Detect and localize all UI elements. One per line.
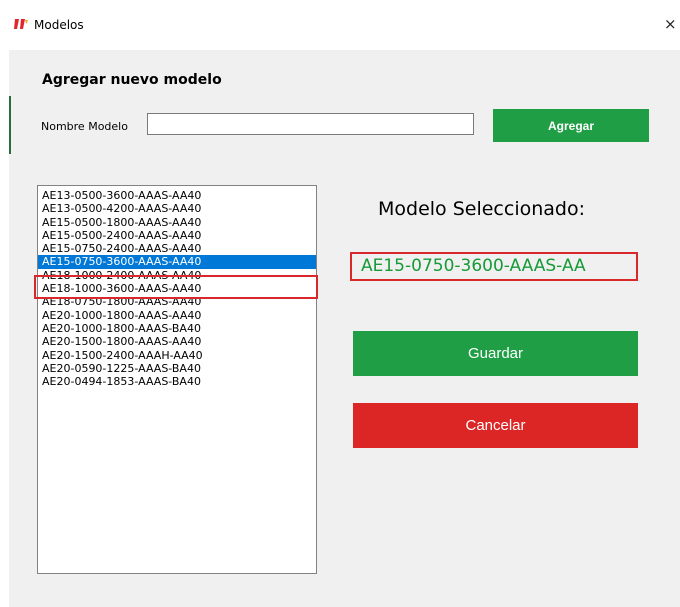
- list-item[interactable]: AE20-0590-1225-AAAS-BA40: [38, 362, 316, 375]
- close-icon[interactable]: ×: [664, 14, 680, 34]
- list-item[interactable]: AE15-0750-3600-AAAS-AA40: [38, 255, 316, 269]
- list-item[interactable]: AE20-1000-1800-AAAS-BA40: [38, 322, 316, 335]
- selected-model-heading: Modelo Seleccionado:: [378, 198, 585, 220]
- cancel-button[interactable]: Cancelar: [353, 403, 638, 448]
- list-item[interactable]: AE15-0500-2400-AAAS-AA40: [38, 229, 316, 242]
- list-item[interactable]: AE13-0500-3600-AAAS-AA40: [38, 189, 316, 202]
- list-item[interactable]: AE18-1000-2400-AAAS-AA40: [38, 269, 316, 282]
- window-title: Modelos: [34, 18, 84, 32]
- list-item[interactable]: AE13-0500-4200-AAAS-AA40: [38, 202, 316, 215]
- model-name-input[interactable]: [147, 113, 474, 135]
- list-item[interactable]: AE15-0500-1800-AAAS-AA40: [38, 216, 316, 229]
- add-section-title: Agregar nuevo modelo: [42, 72, 222, 88]
- model-name-label: Nombre Modelo: [41, 120, 128, 133]
- list-item[interactable]: AE18-0750-1800-AAAS-AA40: [38, 295, 316, 308]
- model-listbox[interactable]: AE13-0500-3600-AAAS-AA40 AE13-0500-4200-A…: [37, 185, 317, 574]
- app-logo-icon: [14, 19, 28, 29]
- list-item[interactable]: AE20-1500-2400-AAAH-AA40: [38, 349, 316, 362]
- save-button[interactable]: Guardar: [353, 331, 638, 376]
- left-accent-bar: [9, 96, 11, 154]
- add-button[interactable]: Agregar: [493, 109, 649, 142]
- list-item[interactable]: AE20-1000-1800-AAAS-AA40: [38, 309, 316, 322]
- list-item[interactable]: AE20-1500-1800-AAAS-AA40: [38, 335, 316, 348]
- list-item[interactable]: AE15-0750-2400-AAAS-AA40: [38, 242, 316, 255]
- list-item[interactable]: AE18-1000-3600-AAAS-AA40: [38, 282, 316, 295]
- title-bar: Modelos ×: [0, 0, 680, 50]
- selected-model-value: AE15-0750-3600-AAAS-AA: [350, 252, 638, 281]
- list-item[interactable]: AE20-0494-1853-AAAS-BA40: [38, 375, 316, 388]
